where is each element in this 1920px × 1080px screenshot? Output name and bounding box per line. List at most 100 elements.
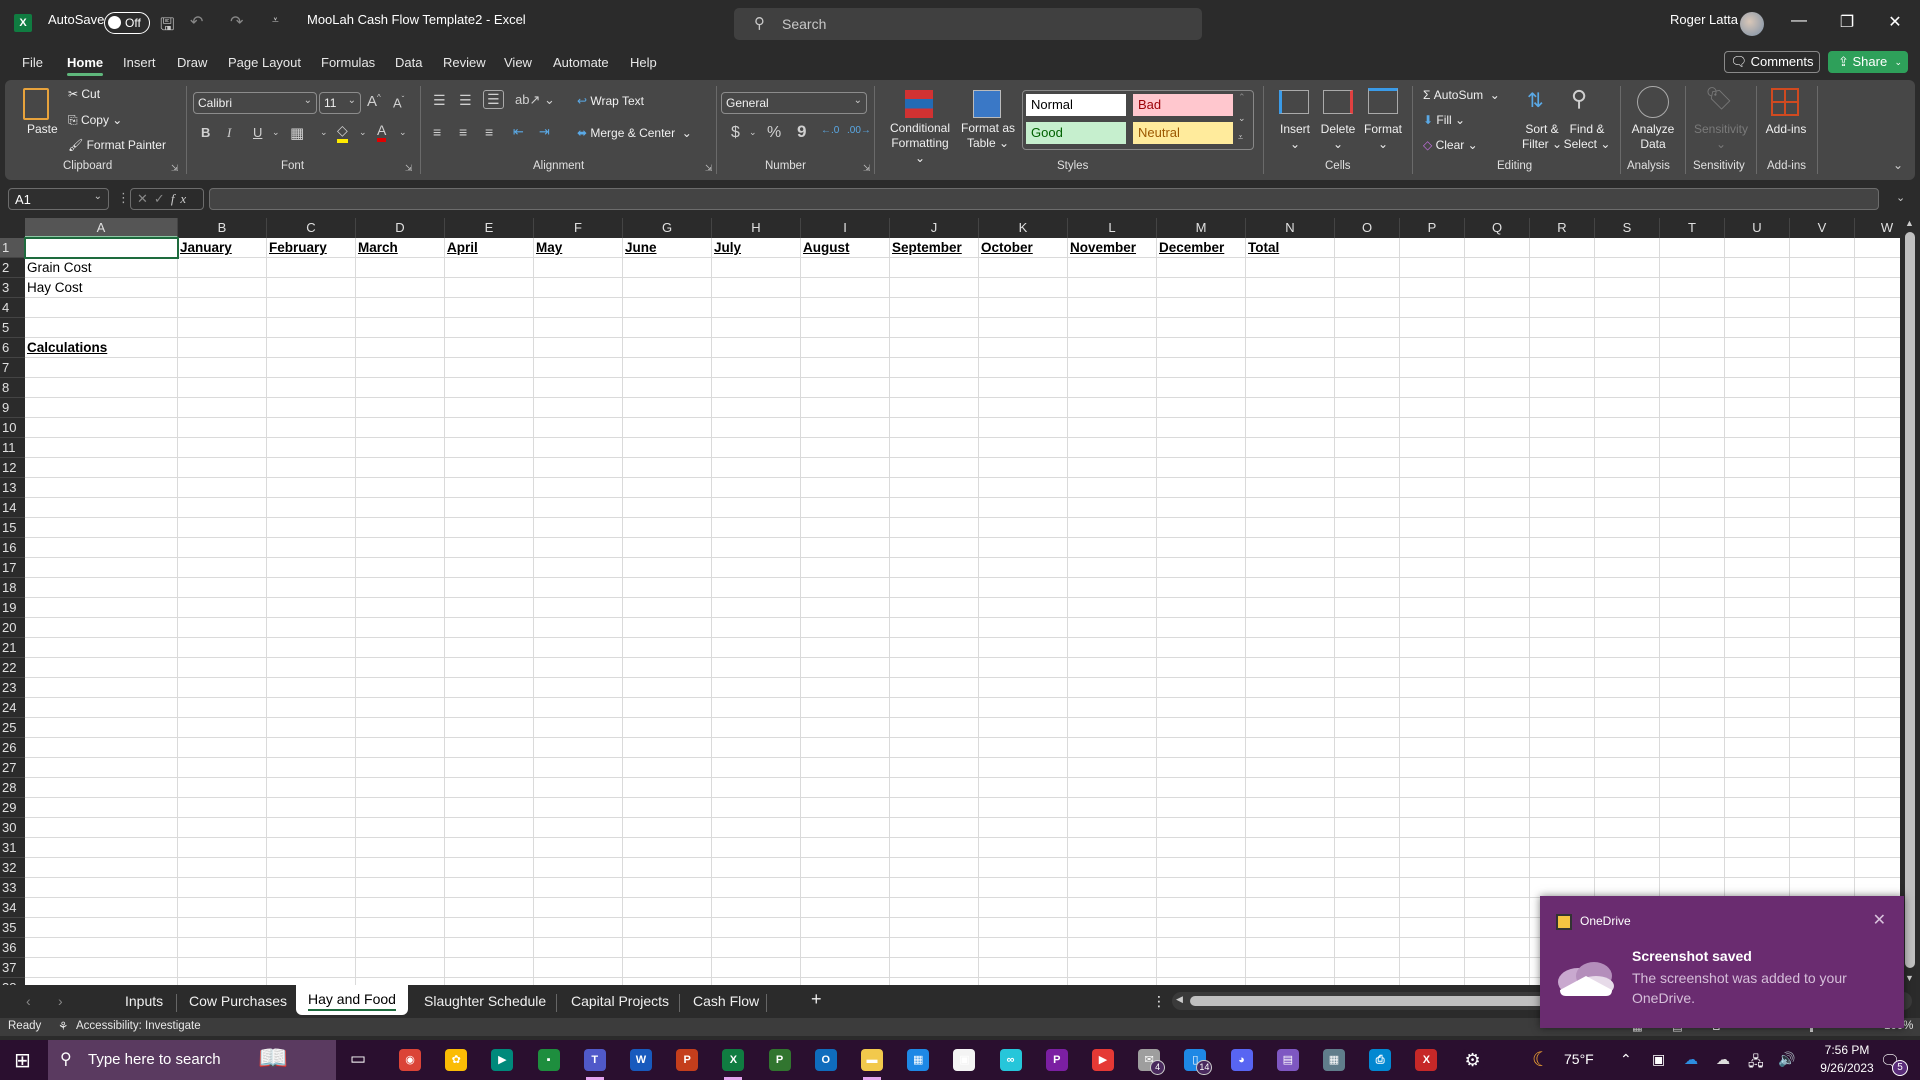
cell-j20[interactable] (890, 618, 979, 638)
cell-t4[interactable] (1660, 298, 1725, 318)
cell-c35[interactable] (267, 918, 356, 938)
cell-s19[interactable] (1595, 598, 1660, 618)
cell-i15[interactable] (801, 518, 890, 538)
cell-o29[interactable] (1335, 798, 1400, 818)
cell-t16[interactable] (1660, 538, 1725, 558)
cell-c17[interactable] (267, 558, 356, 578)
cell-c22[interactable] (267, 658, 356, 678)
cell-d26[interactable] (356, 738, 445, 758)
cell-b10[interactable] (178, 418, 267, 438)
cell-c20[interactable] (267, 618, 356, 638)
cell-f4[interactable] (534, 298, 623, 318)
tab-file[interactable]: File (22, 55, 43, 70)
cell-m8[interactable] (1157, 378, 1246, 398)
cell-o11[interactable] (1335, 438, 1400, 458)
cell-v21[interactable] (1790, 638, 1855, 658)
cell-s11[interactable] (1595, 438, 1660, 458)
row-header[interactable]: 34 (0, 898, 25, 918)
cell-w5[interactable] (1855, 318, 1900, 338)
find-select-button[interactable]: Find & Select ⌄ (1563, 122, 1611, 152)
cell-b17[interactable] (178, 558, 267, 578)
collapse-ribbon-icon[interactable]: ⌄ (1893, 158, 1903, 172)
cell-k7[interactable] (979, 358, 1068, 378)
align-left-icon[interactable]: ≡ (433, 124, 441, 140)
cell-n33[interactable] (1246, 878, 1335, 898)
cell-p19[interactable] (1400, 598, 1465, 618)
cell-t10[interactable] (1660, 418, 1725, 438)
cell-p22[interactable] (1400, 658, 1465, 678)
row-header[interactable]: 3 (0, 278, 25, 298)
word-icon[interactable]: W (630, 1049, 652, 1071)
row-header[interactable]: 9 (0, 398, 25, 418)
cell-j27[interactable] (890, 758, 979, 778)
cell-a1[interactable] (24, 237, 179, 259)
volume-icon[interactable]: 🔊 (1778, 1051, 1795, 1068)
cell-p10[interactable] (1400, 418, 1465, 438)
cell-k33[interactable] (979, 878, 1068, 898)
cell-v17[interactable] (1790, 558, 1855, 578)
cell-v29[interactable] (1790, 798, 1855, 818)
column-header-f[interactable]: F (534, 218, 623, 238)
cell-b24[interactable] (178, 698, 267, 718)
cell-i36[interactable] (801, 938, 890, 958)
cell-b30[interactable] (178, 818, 267, 838)
cell-o1[interactable] (1335, 238, 1400, 258)
cell-i5[interactable] (801, 318, 890, 338)
chevron-down-icon[interactable]: ⌄ (1894, 51, 1902, 73)
cell-i9[interactable] (801, 398, 890, 418)
vertical-scrollbar[interactable]: ▲ ▼ (1900, 218, 1920, 985)
cell-n4[interactable] (1246, 298, 1335, 318)
decrease-decimal-icon[interactable]: .00→ (847, 125, 871, 136)
cell-h25[interactable] (712, 718, 801, 738)
cell-d28[interactable] (356, 778, 445, 798)
cell-k29[interactable] (979, 798, 1068, 818)
cell-f36[interactable] (534, 938, 623, 958)
cell-n11[interactable] (1246, 438, 1335, 458)
column-header-k[interactable]: K (979, 218, 1068, 238)
cell-h20[interactable] (712, 618, 801, 638)
cell-n8[interactable] (1246, 378, 1335, 398)
cell-j24[interactable] (890, 698, 979, 718)
cell-p25[interactable] (1400, 718, 1465, 738)
cell-s25[interactable] (1595, 718, 1660, 738)
cell-t2[interactable] (1660, 258, 1725, 278)
cell-t14[interactable] (1660, 498, 1725, 518)
cell-v24[interactable] (1790, 698, 1855, 718)
cell-q33[interactable] (1465, 878, 1530, 898)
cell-t5[interactable] (1660, 318, 1725, 338)
cell-r31[interactable] (1530, 838, 1595, 858)
cell-m37[interactable] (1157, 958, 1246, 978)
cell-l9[interactable] (1068, 398, 1157, 418)
cell-w17[interactable] (1855, 558, 1900, 578)
cell-m33[interactable] (1157, 878, 1246, 898)
cell-g18[interactable] (623, 578, 712, 598)
cell-a9[interactable] (25, 398, 178, 418)
cell-f2[interactable] (534, 258, 623, 278)
cell-k8[interactable] (979, 378, 1068, 398)
column-header-q[interactable]: Q (1465, 218, 1530, 238)
excel-icon[interactable]: X (722, 1049, 745, 1080)
cell-l14[interactable] (1068, 498, 1157, 518)
show-hidden-icons-icon[interactable]: ⌃ (1620, 1051, 1632, 1068)
increase-font-size-icon[interactable]: A^ (367, 93, 381, 110)
cell-d10[interactable] (356, 418, 445, 438)
cell-o19[interactable] (1335, 598, 1400, 618)
cell-e7[interactable] (445, 358, 534, 378)
cell-a36[interactable] (25, 938, 178, 958)
cell-j15[interactable] (890, 518, 979, 538)
cell-u26[interactable] (1725, 738, 1790, 758)
cell-a38[interactable] (25, 978, 178, 985)
cell-c26[interactable] (267, 738, 356, 758)
cell-c5[interactable] (267, 318, 356, 338)
cell-v3[interactable] (1790, 278, 1855, 298)
cell-t1[interactable] (1660, 238, 1725, 258)
autosum-button[interactable]: Σ AutoSum ⌄ (1423, 88, 1500, 102)
cell-r1[interactable] (1530, 238, 1595, 258)
cell-a2[interactable]: Grain Cost (25, 258, 178, 278)
cell-k22[interactable] (979, 658, 1068, 678)
bottom-align-icon[interactable]: ☰ (483, 90, 504, 109)
cell-r23[interactable] (1530, 678, 1595, 698)
cell-j2[interactable] (890, 258, 979, 278)
column-header-j[interactable]: J (890, 218, 979, 238)
cell-e35[interactable] (445, 918, 534, 938)
